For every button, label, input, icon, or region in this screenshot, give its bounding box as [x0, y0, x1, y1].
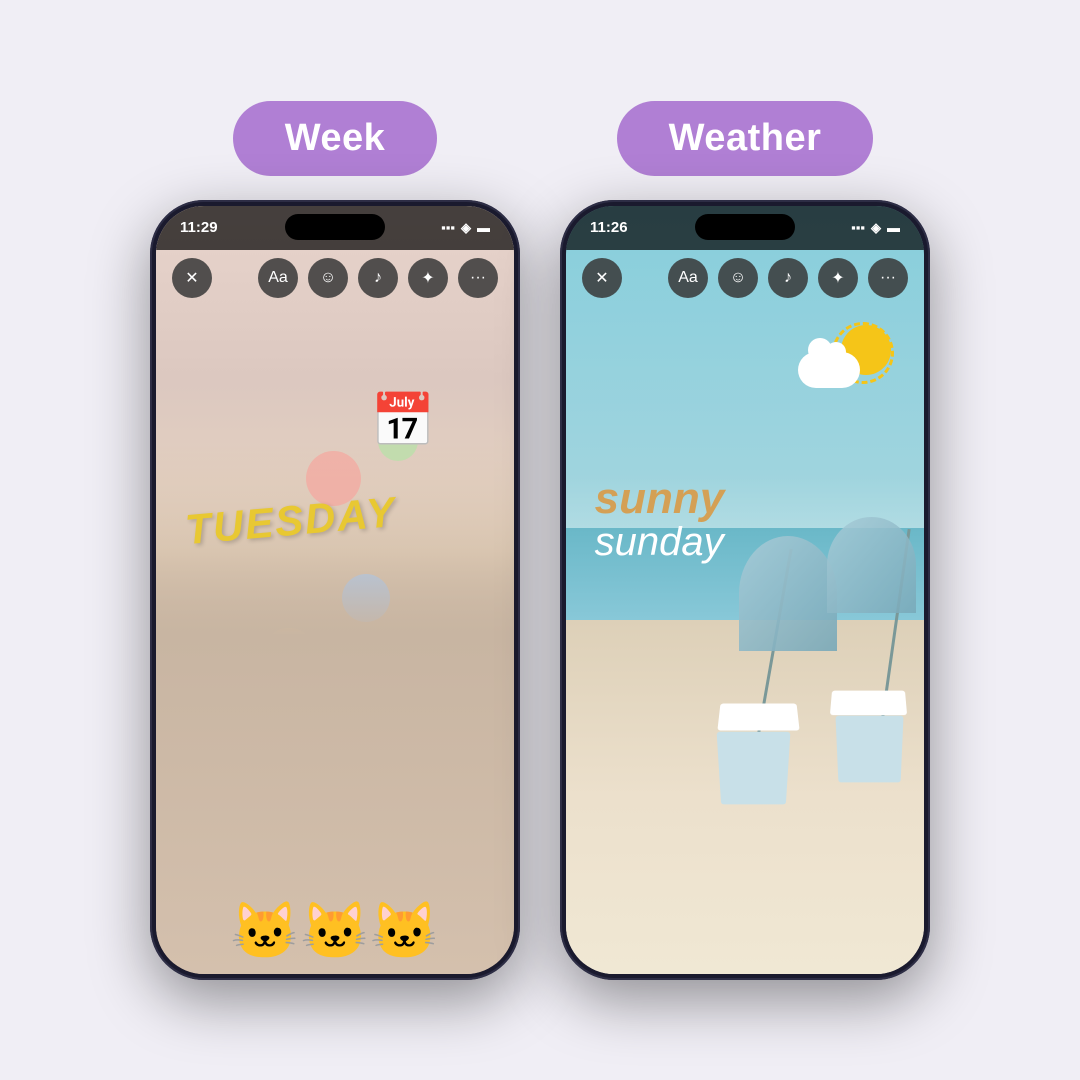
left-phone-bezel: TuEsDAY 📅 🐱🐱🐱 11:29 ▪▪▪ ◈: [156, 206, 514, 974]
left-screen-content: TuEsDAY 📅 🐱🐱🐱: [156, 206, 514, 974]
kitten-emoji: 🐱🐱🐱: [230, 898, 439, 964]
more-button-left[interactable]: ···: [458, 258, 498, 298]
dynamic-island-right: [695, 214, 795, 240]
face-button-right[interactable]: ☺: [718, 258, 758, 298]
right-toolbar: ✕ Aa ☺ ♪ ✦ ···: [566, 250, 924, 306]
right-time: 11:26: [590, 219, 628, 236]
calendar-sticker: 📅: [371, 390, 436, 451]
signal-icon: ▪▪▪: [441, 220, 455, 235]
right-phone-bezel: sunny sunday: [566, 206, 924, 974]
cloud-icon: [798, 352, 860, 388]
sunny-text-area: sunny sunday: [595, 474, 725, 565]
chair-back-2: [836, 716, 904, 783]
kitten-background: TuEsDAY 📅 🐱🐱🐱: [156, 206, 514, 974]
battery-icon: ▬: [477, 220, 490, 235]
beach-background: sunny sunday: [566, 206, 924, 974]
left-toolbar: ✕ Aa ☺ ♪ ✦ ···: [156, 250, 514, 306]
wifi-icon: ◈: [461, 220, 471, 236]
left-phone-frame: TuEsDAY 📅 🐱🐱🐱 11:29 ▪▪▪ ◈: [150, 200, 520, 980]
text-button-right[interactable]: Aa: [668, 258, 708, 298]
left-status-icons: ▪▪▪ ◈ ▬: [441, 220, 490, 236]
right-screen-content: sunny sunday: [566, 206, 924, 974]
dynamic-island-left: [285, 214, 385, 240]
face-button-left[interactable]: ☺: [308, 258, 348, 298]
close-button-right[interactable]: ✕: [582, 258, 622, 298]
sparkle-button-left[interactable]: ✦: [408, 258, 448, 298]
left-phone-section: Week: [150, 101, 520, 980]
kittens-area: 🐱🐱🐱: [156, 551, 514, 973]
sunny-line1: sunny: [595, 474, 725, 524]
right-signal-icon: ▪▪▪: [851, 220, 865, 235]
right-phone-section: Weather: [560, 101, 930, 980]
music-button-right[interactable]: ♪: [768, 258, 808, 298]
text-button-left[interactable]: Aa: [258, 258, 298, 298]
more-button-right[interactable]: ···: [868, 258, 908, 298]
chair-back-1: [717, 731, 791, 803]
umbrella-canopy-2: [827, 517, 916, 613]
right-phone-frame: sunny sunday: [560, 200, 930, 980]
weather-label: Weather: [617, 101, 874, 176]
right-battery-icon: ▬: [887, 220, 900, 235]
weather-sticker: [798, 328, 888, 388]
chair-seat-2: [830, 691, 907, 715]
chair-seat-1: [717, 703, 799, 730]
right-wifi-icon: ◈: [871, 220, 881, 236]
umbrella-canopy-1: [739, 536, 837, 651]
week-label: Week: [233, 101, 438, 176]
left-time: 11:29: [180, 219, 218, 236]
beach-chairs: [709, 528, 906, 912]
sunny-line2: sunday: [595, 520, 725, 565]
main-container: Week: [0, 0, 1080, 1080]
sparkle-button-right[interactable]: ✦: [818, 258, 858, 298]
music-button-left[interactable]: ♪: [358, 258, 398, 298]
close-button-left[interactable]: ✕: [172, 258, 212, 298]
right-status-icons: ▪▪▪ ◈ ▬: [851, 220, 900, 236]
